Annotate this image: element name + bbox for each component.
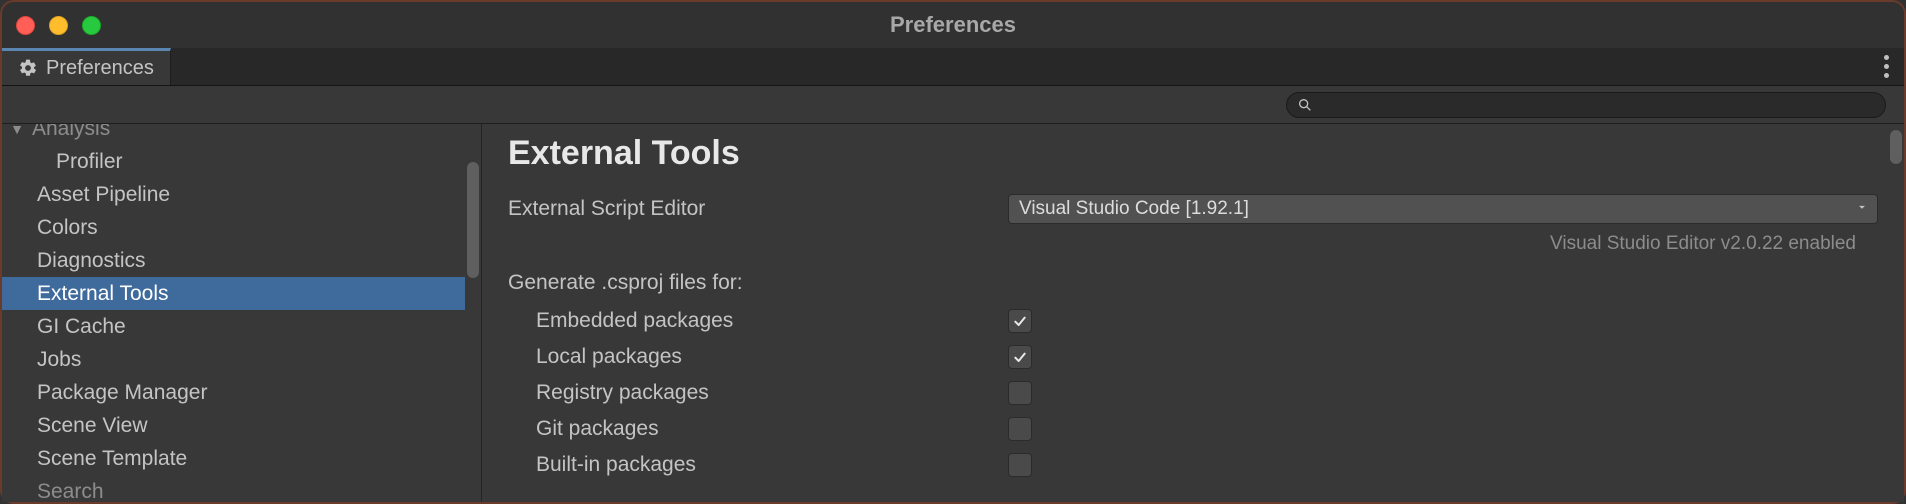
sidebar-item-label: Jobs [37,348,81,372]
sidebar-item-label: Package Manager [37,381,207,405]
window-controls [16,16,101,35]
sidebar: ▼Analysis Profiler Asset Pipeline Colors Dia… [2,124,482,502]
minimize-window-button[interactable] [49,16,68,35]
content-panel: External Tools External Script Editor Vi… [482,124,1904,502]
csproj-option-row: Registry packages [508,375,1878,411]
toolbar [2,86,1904,124]
main-area: ▼Analysis Profiler Asset Pipeline Colors Dia… [2,124,1904,502]
sidebar-item-label: External Tools [37,282,169,306]
sidebar-item-label: Scene Template [37,447,187,471]
sidebar-item-label: Search [37,480,104,503]
maximize-window-button[interactable] [82,16,101,35]
kebab-icon [1884,55,1889,78]
chevron-down-icon [1855,200,1869,219]
csproj-option-checkbox[interactable] [1008,381,1032,405]
csproj-option-row: Local packages [508,339,1878,375]
csproj-option-checkbox[interactable] [1008,309,1032,333]
window-titlebar: Preferences [2,2,1904,48]
panel-title: External Tools [508,134,1878,173]
external-script-editor-row: External Script Editor Visual Studio Cod… [508,191,1878,227]
sidebar-item-label: GI Cache [37,315,126,339]
csproj-option-row: Git packages [508,411,1878,447]
sidebar-scrollbar-thumb[interactable] [467,162,479,278]
tab-strip: Preferences [2,48,1904,86]
sidebar-item-label: Diagnostics [37,249,146,273]
gear-icon [18,58,38,78]
tab-menu-button[interactable] [1868,48,1904,85]
sidebar-scrollbar[interactable] [465,124,481,502]
sidebar-item-label: Analysis [32,124,110,141]
search-icon [1297,97,1313,113]
sidebar-item-external-tools[interactable]: External Tools [2,277,481,310]
window-title: Preferences [890,12,1016,38]
csproj-section-label: Generate .csproj files for: [508,271,1878,295]
external-script-editor-dropdown[interactable]: Visual Studio Code [1.92.1] [1008,194,1878,224]
sidebar-item-label: Asset Pipeline [37,183,170,207]
sidebar-item-diagnostics[interactable]: Diagnostics [2,244,481,277]
dropdown-value: Visual Studio Code [1.92.1] [1019,198,1249,220]
tab-preferences[interactable]: Preferences [2,48,171,85]
csproj-option-checkbox[interactable] [1008,453,1032,477]
sidebar-item-colors[interactable]: Colors [2,211,481,244]
sidebar-item-jobs[interactable]: Jobs [2,343,481,376]
sidebar-item-search[interactable]: Search [2,475,481,502]
sidebar-item-scene-template[interactable]: Scene Template [2,442,481,475]
csproj-option-label: Registry packages [508,381,1008,405]
sidebar-item-package-manager[interactable]: Package Manager [2,376,481,409]
csproj-option-label: Git packages [508,417,1008,441]
external-script-editor-label: External Script Editor [508,197,1008,221]
sidebar-item-asset-pipeline[interactable]: Asset Pipeline [2,178,481,211]
disclosure-triangle-icon[interactable]: ▼ [2,124,32,137]
csproj-option-row: Embedded packages [508,303,1878,339]
csproj-option-label: Embedded packages [508,309,1008,333]
sidebar-item-scene-view[interactable]: Scene View [2,409,481,442]
sidebar-item-analysis[interactable]: ▼Analysis [2,124,481,145]
csproj-option-label: Local packages [508,345,1008,369]
sidebar-item-label: Colors [37,216,98,240]
tab-label: Preferences [46,57,154,80]
sidebar-item-label: Scene View [37,414,148,438]
sidebar-item-label: Profiler [56,150,123,174]
search-input[interactable] [1319,96,1875,114]
search-box[interactable] [1286,92,1886,118]
content-scrollbar[interactable] [1888,124,1904,502]
sidebar-item-gi-cache[interactable]: GI Cache [2,310,481,343]
csproj-option-row: Built-in packages [508,447,1878,483]
csproj-option-checkbox[interactable] [1008,345,1032,369]
sidebar-item-profiler[interactable]: Profiler [2,145,481,178]
close-window-button[interactable] [16,16,35,35]
editor-status-text: Visual Studio Editor v2.0.22 enabled [508,233,1878,255]
csproj-option-checkbox[interactable] [1008,417,1032,441]
content-scrollbar-thumb[interactable] [1890,130,1902,164]
csproj-option-label: Built-in packages [508,453,1008,477]
